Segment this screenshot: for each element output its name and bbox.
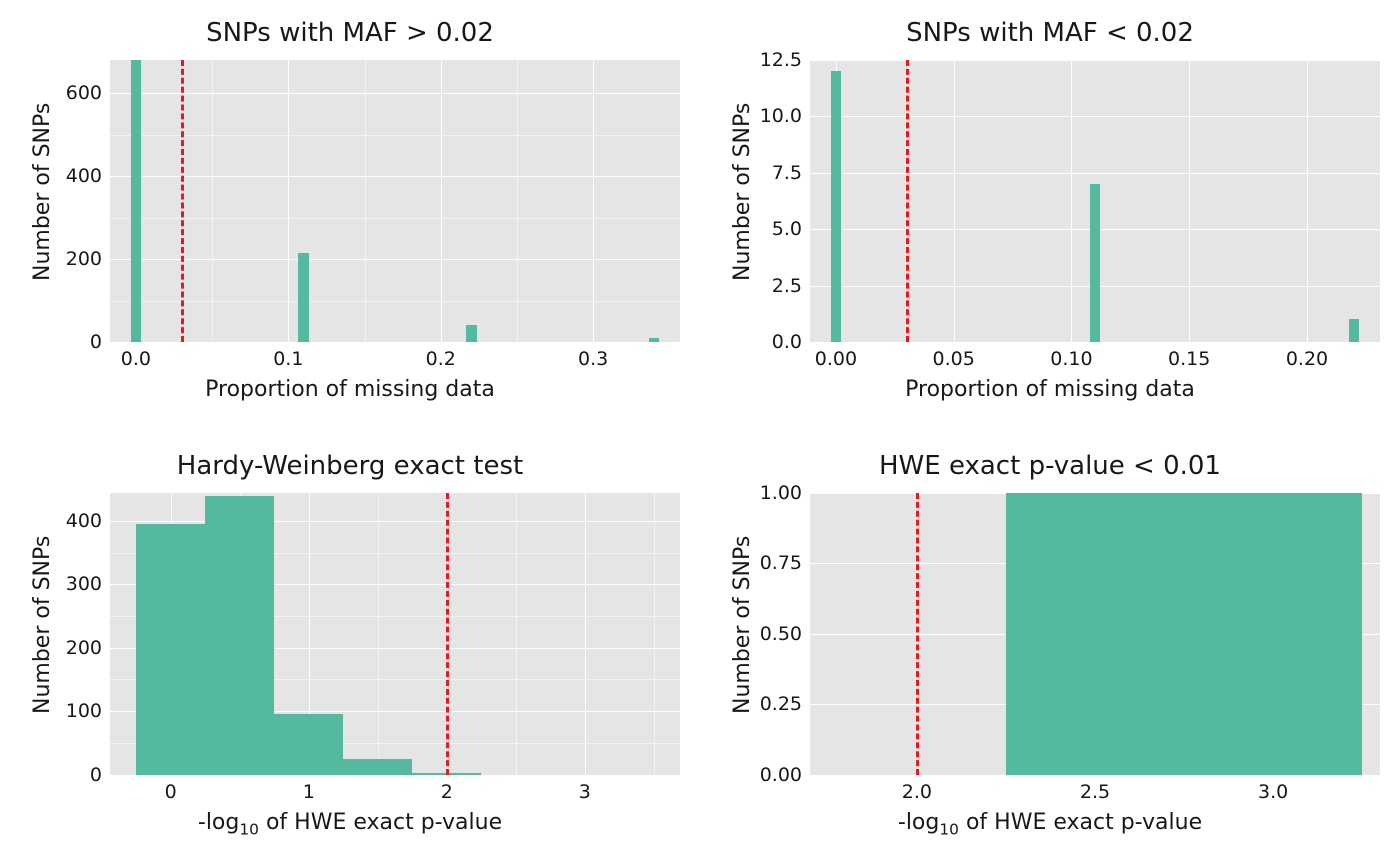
- histogram-bar: [1006, 493, 1362, 775]
- panel-hwe: Hardy-Weinberg exact test Number of SNPs -…: [0, 433, 700, 865]
- histogram-bar: [343, 759, 412, 775]
- gridline-minor: [654, 493, 655, 775]
- chart-grid: SNPs with MAF > 0.02 Number of SNPs Propor…: [0, 0, 1400, 865]
- gridline: [110, 342, 680, 343]
- y-tick-label: 0: [50, 764, 102, 786]
- gridline: [1307, 60, 1308, 342]
- gridline-minor: [378, 493, 379, 775]
- histogram-bar: [274, 714, 343, 774]
- x-tick-label: 2.0: [902, 781, 932, 803]
- x-tick-label: 0: [165, 781, 177, 803]
- plot-area: [110, 60, 680, 342]
- y-tick-label: 400: [50, 165, 102, 187]
- x-tick-label: 0.20: [1286, 348, 1328, 370]
- y-tick-label: 7.5: [750, 162, 802, 184]
- histogram-bar: [466, 325, 477, 342]
- gridline: [110, 93, 680, 94]
- x-tick-label: 0.15: [1168, 348, 1210, 370]
- gridline: [810, 116, 1380, 117]
- x-tick-label: 2: [441, 781, 453, 803]
- y-tick-label: 12.5: [750, 49, 802, 71]
- y-tick-label: 10.0: [750, 105, 802, 127]
- x-tick-label: 0.2: [426, 348, 456, 370]
- y-axis-label: Number of SNPs: [730, 103, 755, 281]
- y-tick-label: 0.00: [750, 764, 802, 786]
- gridline: [810, 342, 1380, 343]
- histogram-bar: [131, 60, 142, 342]
- gridline: [110, 259, 680, 260]
- gridline: [954, 60, 955, 342]
- y-tick-label: 300: [50, 573, 102, 595]
- y-tick-label: 0.25: [750, 693, 802, 715]
- chart-title: SNPs with MAF < 0.02: [700, 18, 1400, 48]
- x-tick-label: 1: [303, 781, 315, 803]
- gridline: [1189, 60, 1190, 342]
- chart-title: SNPs with MAF > 0.02: [0, 18, 700, 48]
- x-tick-label: 3.0: [1258, 781, 1288, 803]
- threshold-line: [181, 60, 184, 342]
- y-tick-label: 0.0: [750, 331, 802, 353]
- y-tick-label: 2.5: [750, 275, 802, 297]
- x-axis-label: -log10 of HWE exact p-value: [0, 810, 700, 838]
- gridline: [810, 775, 1380, 776]
- x-tick-label: 0.05: [933, 348, 975, 370]
- gridline-minor: [110, 135, 680, 136]
- histogram-bar: [136, 524, 205, 774]
- x-axis-label: Proportion of missing data: [0, 377, 700, 402]
- x-axis-label: Proportion of missing data: [700, 377, 1400, 402]
- threshold-line: [446, 493, 449, 775]
- threshold-line: [906, 60, 909, 342]
- y-tick-label: 400: [50, 510, 102, 532]
- gridline-minor: [365, 60, 366, 342]
- gridline: [110, 176, 680, 177]
- gridline: [110, 775, 680, 776]
- gridline-minor: [517, 60, 518, 342]
- chart-title: Hardy-Weinberg exact test: [0, 451, 700, 481]
- chart-title: HWE exact p-value < 0.01: [700, 451, 1400, 481]
- x-tick-label: 0.3: [578, 348, 608, 370]
- y-tick-label: 200: [50, 637, 102, 659]
- gridline-minor: [110, 218, 680, 219]
- threshold-line: [916, 493, 919, 775]
- panel-hwe-filtered: HWE exact p-value < 0.01Number of SNPs-l…: [700, 433, 1400, 865]
- x-axis-label: -log10 of HWE exact p-value: [700, 810, 1400, 838]
- plot-area: [810, 493, 1380, 775]
- gridline: [1071, 60, 1072, 342]
- histogram-bar: [1090, 184, 1101, 342]
- y-tick-label: 600: [50, 82, 102, 104]
- x-tick-label: 2.5: [1080, 781, 1110, 803]
- gridline: [593, 60, 594, 342]
- y-tick-label: 0.75: [750, 552, 802, 574]
- gridline: [288, 60, 289, 342]
- y-tick-label: 5.0: [750, 218, 802, 240]
- gridline: [810, 173, 1380, 174]
- y-axis-label: Number of SNPs: [30, 535, 55, 713]
- histogram-bar: [1349, 319, 1360, 342]
- y-tick-label: 0.50: [750, 623, 802, 645]
- x-tick-label: 0.0: [121, 348, 151, 370]
- x-tick-label: 0.00: [815, 348, 857, 370]
- gridline-minor: [212, 60, 213, 342]
- panel-maf-gt: SNPs with MAF > 0.02Number of SNPsPropor…: [0, 0, 700, 433]
- x-tick-label: 0.1: [273, 348, 303, 370]
- plot-area: [110, 493, 680, 775]
- histogram-bar: [298, 253, 309, 342]
- y-tick-label: 200: [50, 248, 102, 270]
- y-tick-label: 0: [50, 331, 102, 353]
- plot-area: [810, 60, 1380, 342]
- panel-maf-lt: SNPs with MAF < 0.02 Number of SNPs Propor…: [700, 0, 1400, 433]
- y-tick-label: 1.00: [750, 482, 802, 504]
- y-tick-label: 100: [50, 700, 102, 722]
- x-tick-label: 3: [579, 781, 591, 803]
- gridline: [810, 60, 1380, 61]
- histogram-bar: [205, 496, 274, 775]
- x-tick-label: 0.10: [1050, 348, 1092, 370]
- histogram-bar: [831, 71, 842, 342]
- gridline: [585, 493, 586, 775]
- gridline: [441, 60, 442, 342]
- gridline-minor: [516, 493, 517, 775]
- histogram-bar: [649, 338, 660, 342]
- gridline: [110, 521, 680, 522]
- gridline-minor: [110, 301, 680, 302]
